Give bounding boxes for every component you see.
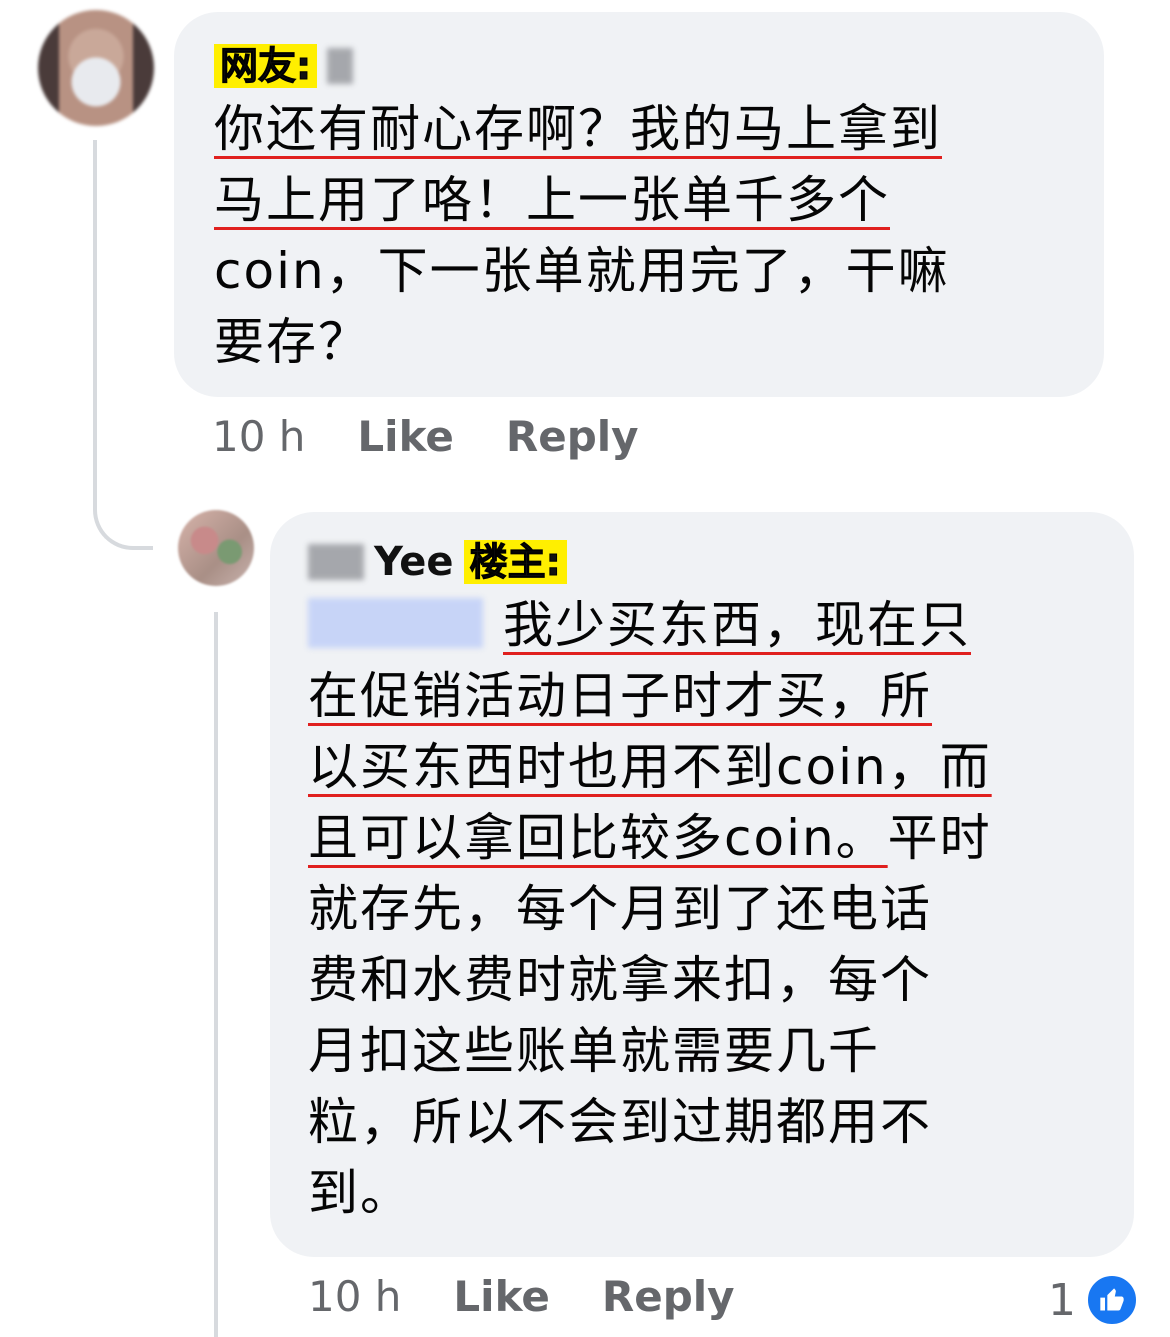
timestamp[interactable]: 10 h (212, 412, 305, 461)
reaction-summary[interactable]: 1 (1048, 1272, 1140, 1328)
comment-line: 我少买东西，现在只 (503, 596, 971, 654)
comment-bubble: 网友: 你还有耐心存啊？我的马上拿到 马上用了咯！上一张单千多个 coin，下一… (174, 12, 1104, 397)
timestamp[interactable]: 10 h (308, 1272, 401, 1321)
author-name[interactable]: Yee (374, 539, 454, 585)
reaction-count: 1 (1048, 1274, 1076, 1326)
comment-line: coin，下一张单就用完了，干嘛 (214, 242, 950, 300)
comment-author-row: 网友: (214, 38, 1064, 94)
reply-button[interactable]: Reply (602, 1272, 735, 1321)
comment-line: 在促销活动日子时才买，所 (308, 667, 932, 725)
comment-line: 费和水费时就拿来扣，每个 (308, 951, 932, 1009)
comment-line: 到。 (308, 1164, 412, 1222)
blurred-mention[interactable] (308, 598, 483, 648)
comment-line: 月扣这些账单就需要几千 (308, 1022, 880, 1080)
comment-line: 要存？ (214, 313, 370, 371)
comment-line: 且可以拿回比较多coin。 (308, 809, 888, 867)
comment-line: 你还有耐心存啊？我的马上拿到 (214, 100, 942, 158)
comment-line: 就存先，每个月到了还电话 (308, 880, 932, 938)
comment-text: 你还有耐心存啊？我的马上拿到 马上用了咯！上一张单千多个 coin，下一张单就用… (214, 94, 1064, 378)
thread-connector (93, 140, 153, 550)
comment-actions: 10 h Like Reply (212, 412, 639, 461)
comment-line-tail: 平时 (887, 809, 992, 867)
like-button[interactable]: Like (453, 1272, 549, 1321)
avatar[interactable] (38, 10, 154, 126)
thread-connector-reply (214, 612, 218, 1337)
comment-line: 以买东西时也用不到coin，而 (308, 738, 992, 796)
reply-text: 我少买东西，现在只 在促销活动日子时才买，所 以买东西时也用不到coin，而 且… (308, 590, 1096, 1229)
avatar[interactable] (178, 510, 254, 586)
author-tag: 网友: (214, 44, 318, 89)
comment-line: 马上用了咯！上一张单千多个 (214, 171, 890, 229)
reply-button[interactable]: Reply (506, 412, 639, 461)
like-button[interactable]: Like (357, 412, 453, 461)
reply-bubble: Yee 楼主: 我少买东西，现在只 在促销活动日子时才买，所 以买东西时也用不到… (270, 512, 1134, 1257)
thumbs-up-icon (1084, 1272, 1140, 1328)
reply-author-row: Yee 楼主: (308, 534, 1096, 590)
comment-line: 粒，所以不会到过期都用不 (308, 1093, 932, 1151)
author-tag: 楼主: (463, 540, 567, 585)
blurred-name (327, 48, 354, 84)
blurred-name (308, 544, 364, 580)
reply-actions: 10 h Like Reply (308, 1272, 735, 1321)
